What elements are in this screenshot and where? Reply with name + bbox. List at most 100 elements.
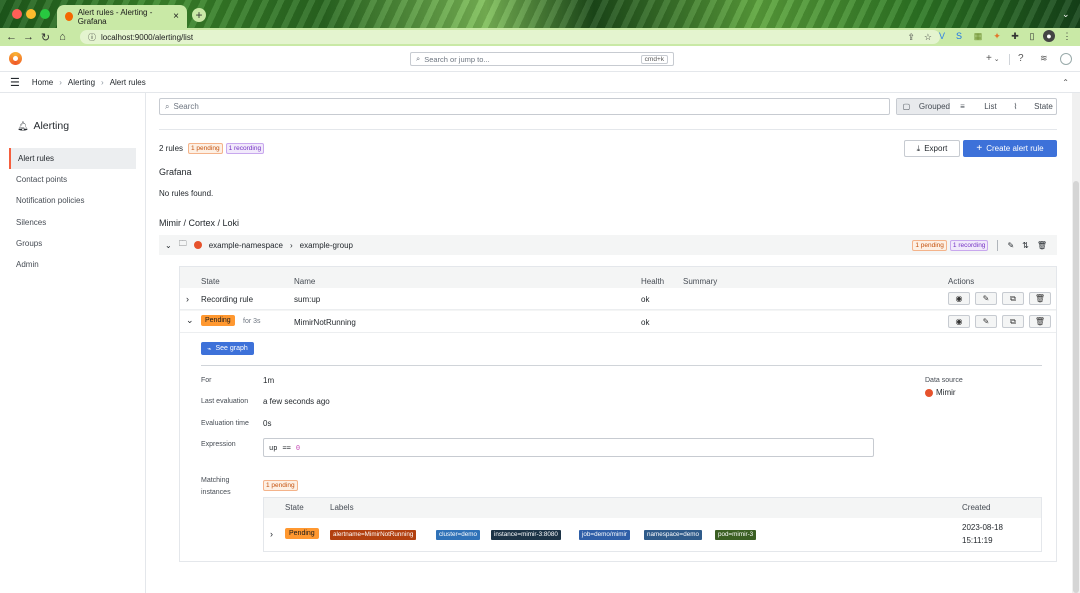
label-namespace: namespace=demo xyxy=(644,530,702,540)
divider xyxy=(201,365,1042,366)
see-graph-button[interactable]: ⌁ See graph xyxy=(201,342,254,355)
sidebar-item-contact-points[interactable]: Contact points xyxy=(9,169,136,190)
sidepanel-icon[interactable]: ▯ xyxy=(1026,30,1038,42)
add-new-button[interactable]: + ⌄ xyxy=(986,53,1000,64)
close-window-button[interactable] xyxy=(12,9,22,19)
grafana-logo-icon[interactable] xyxy=(9,52,22,65)
close-tab-icon[interactable]: × xyxy=(173,11,179,22)
rule-search-input[interactable]: ⌕ Search xyxy=(159,98,890,115)
forward-icon[interactable]: → xyxy=(20,31,37,43)
grafana-favicon-icon xyxy=(65,12,73,21)
chevron-right-icon[interactable]: › xyxy=(186,294,189,304)
sidebar-item-alert-rules[interactable]: Alert rules xyxy=(9,148,136,169)
share-icon[interactable]: ⇪ xyxy=(907,32,915,43)
view-switcher: ▢ Grouped ≡ List ⌇ State xyxy=(896,98,1057,115)
browser-tab[interactable]: Alert rules - Alerting - Grafana × xyxy=(57,5,187,28)
expression-label: Expression xyxy=(201,441,236,448)
group-namespace: example-namespace xyxy=(208,240,283,250)
breadcrumb-separator-icon: › xyxy=(59,77,62,87)
scrollbar[interactable] xyxy=(1072,93,1080,593)
extension-s-icon[interactable]: S xyxy=(953,30,965,42)
breadcrumb-alerting[interactable]: Alerting xyxy=(68,78,95,87)
breadcrumb-home[interactable]: Home xyxy=(32,78,53,87)
rule-health: ok xyxy=(641,295,650,304)
browser-menu-icon[interactable]: ⋮ xyxy=(1061,30,1073,42)
label-alertname: alertname=MimirNotRunning xyxy=(330,530,417,540)
edit-group-icon[interactable]: ✎ xyxy=(1007,241,1014,250)
sidebar-item-notification-policies[interactable]: Notification policies xyxy=(9,190,136,211)
breadcrumb-separator-icon: › xyxy=(101,77,104,87)
duplicate-rule-button[interactable]: ⧉ xyxy=(1002,292,1024,305)
bookmark-star-icon[interactable]: ☆ xyxy=(924,32,932,43)
rule-search-placeholder: Search xyxy=(173,102,199,111)
group-pending-badge: 1 pending xyxy=(912,239,947,251)
breadcrumb-alert-rules: Alert rules xyxy=(109,77,146,87)
news-feed-icon[interactable]: ≋ xyxy=(1040,53,1048,64)
datasource-label: Data source xyxy=(925,377,963,384)
collapse-chevron-icon[interactable]: ⌃ xyxy=(1062,78,1069,87)
trash-icon: 🗑︎ xyxy=(1034,294,1046,303)
chevron-down-icon[interactable]: ⌄ xyxy=(186,315,194,326)
view-list-button[interactable]: ≡ List xyxy=(950,99,1003,114)
extension-grid-icon[interactable]: ▦ xyxy=(972,30,984,42)
delete-rule-button[interactable]: 🗑︎ xyxy=(1029,292,1051,305)
instance-created-date: 2023-08-18 xyxy=(962,523,1003,532)
extension-fox-icon[interactable]: ✦ xyxy=(991,30,1003,42)
edit-rule-button[interactable]: ✎ xyxy=(975,292,997,305)
delete-group-icon[interactable]: 🗑︎ xyxy=(1037,241,1047,250)
mimir-datasource-icon xyxy=(925,388,933,397)
delete-rule-button[interactable]: 🗑︎ xyxy=(1029,315,1051,328)
new-tab-button[interactable]: + xyxy=(192,8,206,22)
sidebar-item-groups[interactable]: Groups xyxy=(9,233,136,254)
sidebar-item-admin[interactable]: Admin xyxy=(9,254,136,275)
chevron-down-icon[interactable]: ⌄ xyxy=(165,241,172,250)
view-rule-button[interactable]: ◉ xyxy=(948,292,970,305)
eye-icon: ◉ xyxy=(955,317,963,326)
sidebar-title: 🔔︎ Alerting xyxy=(17,120,70,132)
create-alert-rule-button[interactable]: + Create alert rule xyxy=(963,140,1057,157)
sidebar-item-silences[interactable]: Silences xyxy=(9,212,136,233)
view-rule-button[interactable]: ◉ xyxy=(948,315,970,328)
global-search-input[interactable]: ⌕ Search or jump to... cmd+k xyxy=(410,52,674,66)
datasource-value: Mimir xyxy=(925,388,956,397)
minimize-window-button[interactable] xyxy=(26,9,36,19)
grafana-section-title: Grafana xyxy=(159,167,192,177)
reorder-icon[interactable]: ⇅ xyxy=(1022,241,1029,250)
chevron-right-icon[interactable]: › xyxy=(270,529,273,539)
profile-avatar[interactable]: ● xyxy=(1043,30,1055,42)
url-bar[interactable]: ⓘ localhost:9000/alerting/list ⇪ ☆ xyxy=(80,30,940,44)
search-icon: ⌕ xyxy=(165,101,170,111)
view-state-button[interactable]: ⌇ State xyxy=(1003,99,1056,114)
user-avatar[interactable] xyxy=(1060,53,1072,65)
copy-icon: ⧉ xyxy=(1010,293,1016,303)
pencil-icon: ✎ xyxy=(982,317,990,326)
expression-number: 0 xyxy=(295,443,301,452)
column-header-name: Name xyxy=(294,277,316,286)
pending-duration: for 3s xyxy=(243,318,261,325)
group-recording-badge: 1 recording xyxy=(949,239,989,251)
tab-menu-icon[interactable]: ⌄ xyxy=(1062,9,1070,20)
view-grouped-button[interactable]: ▢ Grouped xyxy=(897,99,950,114)
rule-group-header[interactable]: ⌄ 🗀︎ example-namespace › example-group 1… xyxy=(159,235,1057,255)
expression-field[interactable]: up == 0 xyxy=(263,438,874,457)
extensions-puzzle-icon[interactable]: ✚ xyxy=(1009,30,1021,42)
search-shortcut: cmd+k xyxy=(640,54,668,64)
home-icon[interactable]: ⌂ xyxy=(54,31,71,43)
matching-instances-label-line1: Matching xyxy=(201,477,230,484)
last-evaluation-label: Last evaluation xyxy=(201,398,249,405)
extension-v-icon[interactable]: V xyxy=(936,30,948,42)
rule-name: MimirNotRunning xyxy=(294,318,356,327)
column-header-actions: Actions xyxy=(948,277,975,286)
help-icon[interactable]: ? xyxy=(1018,53,1024,64)
export-button[interactable]: ⤓ Export xyxy=(904,140,960,157)
matching-pending-badge[interactable]: 1 pending xyxy=(263,480,298,491)
reload-icon[interactable]: ↻ xyxy=(37,31,54,44)
back-icon[interactable]: ← xyxy=(3,31,20,43)
evaluation-time-label: Evaluation time xyxy=(201,420,249,427)
duplicate-rule-button[interactable]: ⧉ xyxy=(1002,315,1024,328)
maximize-window-button[interactable] xyxy=(40,9,50,19)
mimir-datasource-icon xyxy=(193,241,202,249)
menu-toggle-icon[interactable]: ☰ xyxy=(10,76,20,89)
edit-rule-button[interactable]: ✎ xyxy=(975,315,997,328)
site-info-icon[interactable]: ⓘ xyxy=(88,32,96,43)
